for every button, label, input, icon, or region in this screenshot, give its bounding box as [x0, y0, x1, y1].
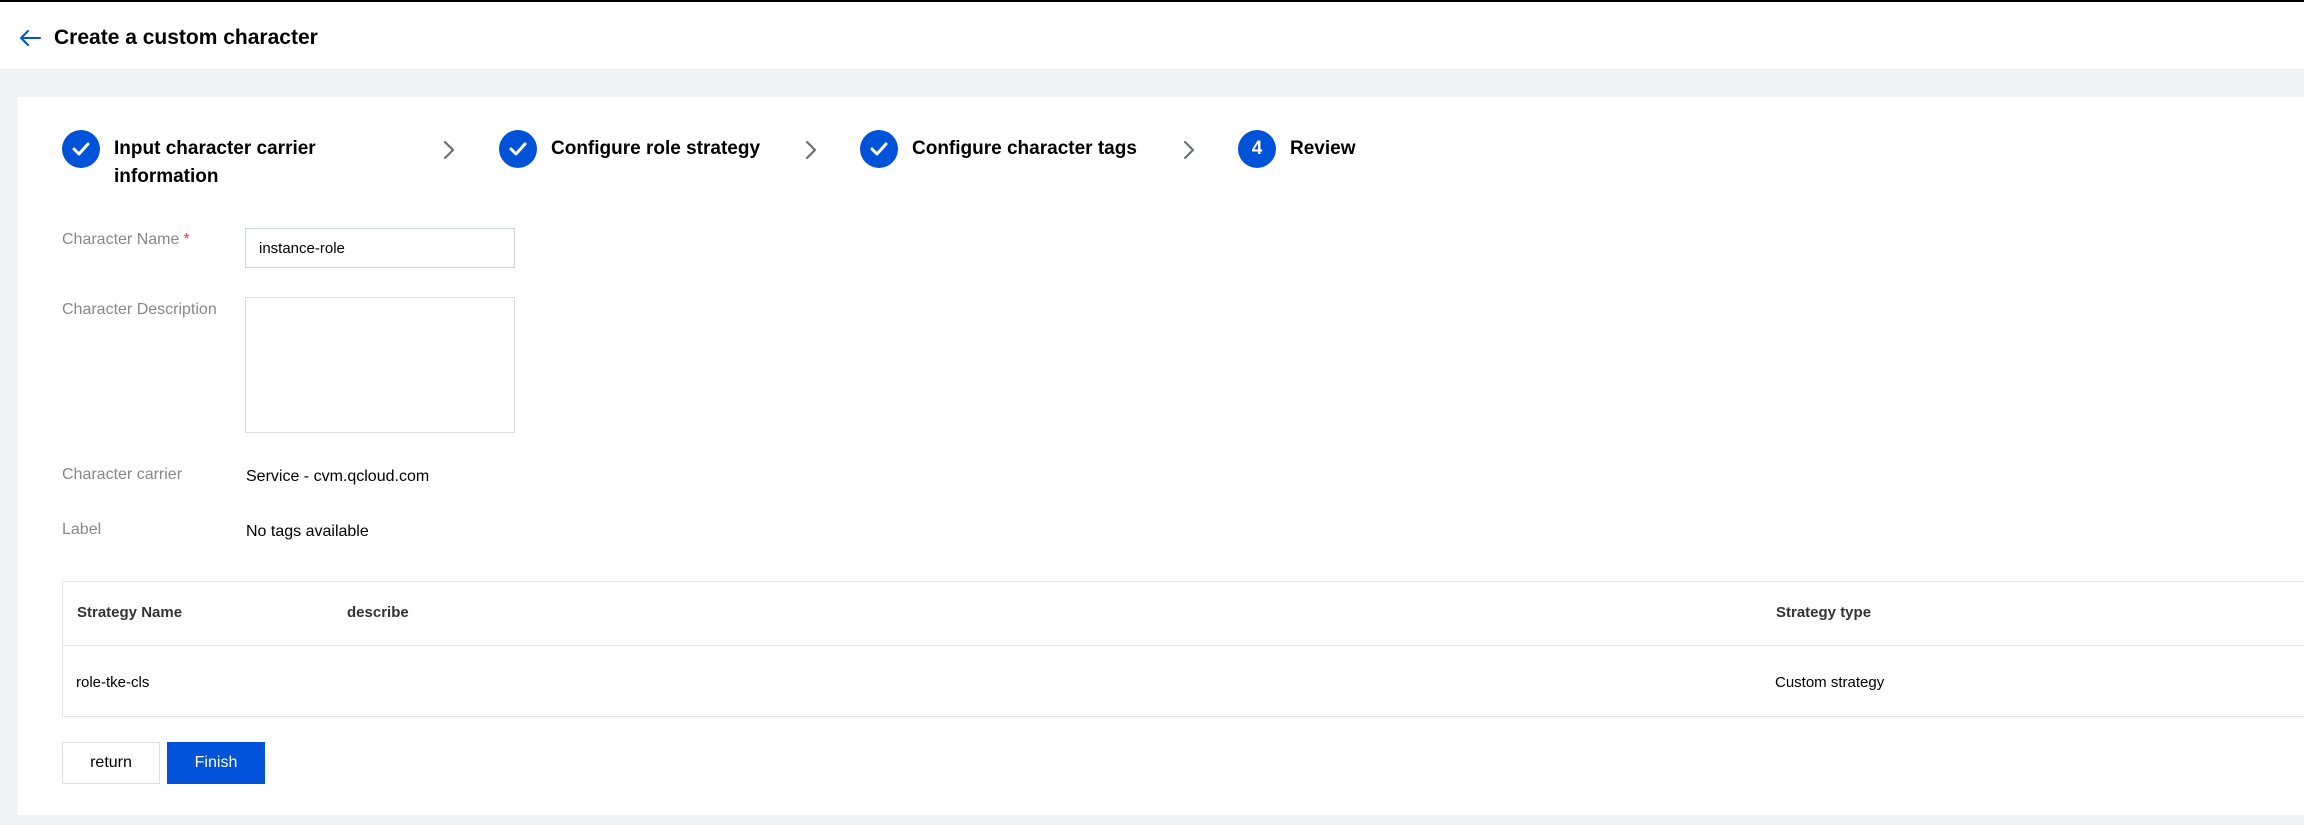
arrow-left-icon[interactable] [18, 28, 42, 48]
page-header: Create a custom character [0, 2, 2304, 70]
required-mark: * [183, 231, 190, 248]
finish-button[interactable]: Finish [167, 742, 265, 784]
main-panel: Input character carrier information Conf… [18, 97, 2304, 815]
step-3-label: Configure character tags [912, 138, 1137, 159]
step-4: 4 Review [1238, 130, 1355, 168]
tag-label: Label [62, 521, 102, 538]
character-description-textarea[interactable] [245, 297, 515, 433]
check-icon [509, 142, 527, 156]
column-describe: describe [347, 604, 409, 621]
chevron-right-icon [443, 140, 455, 160]
step-1-label-line2: information [114, 166, 219, 187]
step-1-label-line1: Input character carrier [114, 138, 316, 159]
step-1-check [62, 130, 100, 168]
check-icon [870, 142, 888, 156]
tag-value: No tags available [246, 523, 369, 540]
page-title: Create a custom character [54, 26, 318, 49]
character-carrier-value: Service - cvm.qcloud.com [246, 468, 430, 485]
step-4-number: 4 [1238, 130, 1276, 168]
character-name-input[interactable] [245, 228, 515, 268]
step-1-label: Input character carrier information [114, 130, 316, 191]
chevron-right-icon [805, 140, 817, 160]
character-name-label-text: Character Name [62, 231, 180, 248]
character-name-label: Character Name * [62, 230, 190, 250]
step-3: Configure character tags [860, 130, 1137, 168]
cell-strategy-name: role-tke-cls [76, 674, 150, 691]
column-strategy-type: Strategy type [1776, 604, 1872, 621]
table-header: Strategy Name describe Strategy type [63, 582, 2304, 646]
check-icon [72, 142, 90, 156]
cell-strategy-type: Custom strategy [1775, 674, 1885, 691]
step-2-check [499, 130, 537, 168]
step-4-label: Review [1290, 138, 1356, 159]
character-carrier-label: Character carrier [62, 466, 183, 483]
step-3-check [860, 130, 898, 168]
strategy-table: Strategy Name describe Strategy type rol… [62, 581, 2304, 717]
chevron-right-icon [1183, 140, 1195, 160]
return-button[interactable]: return [62, 742, 160, 784]
step-2: Configure role strategy [499, 130, 760, 168]
character-description-label: Character Description [62, 301, 217, 318]
column-strategy-name: Strategy Name [77, 604, 183, 621]
step-2-label: Configure role strategy [551, 138, 761, 159]
step-1: Input character carrier information [62, 130, 316, 191]
